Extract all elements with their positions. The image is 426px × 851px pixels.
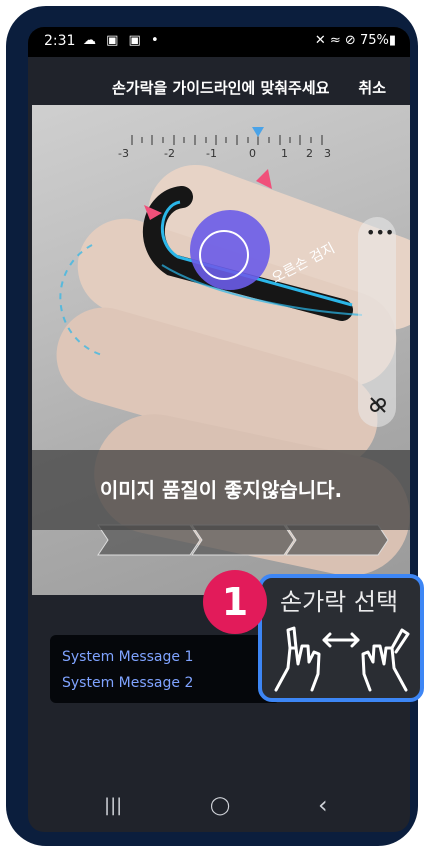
ruler-tick-label: -1 xyxy=(206,147,217,160)
camera-side-panel: ••• xyxy=(358,217,396,427)
angle-ruler: -3 -2 -1 0 1 2 3 xyxy=(116,135,336,165)
flash-off-icon[interactable] xyxy=(368,395,388,415)
quality-warning: 이미지 품질이 좋지않습니다. xyxy=(32,450,410,530)
phone-frame: 2:31 ☁ ▣ ▣ • ✕ ≈ ⊘ 75%▮ 손가락을 가이드라인에 맞춰주세… xyxy=(6,6,418,846)
ruler-tick-label: -3 xyxy=(118,147,129,160)
camera-preview: -3 -2 -1 0 1 2 3 오른손 검지 ••• 이미지 품질이 좋지않습… xyxy=(32,105,410,595)
back-button[interactable]: ‹ xyxy=(318,791,328,819)
system-icons: ✕ ≈ ⊘ 75%▮ xyxy=(314,33,396,48)
cancel-button[interactable]: 취소 xyxy=(358,77,386,98)
more-icon[interactable]: ••• xyxy=(366,223,394,242)
system-message-2: System Message 2 xyxy=(62,675,194,691)
system-message-box: System Message 1 System Message 2 xyxy=(50,635,280,703)
ruler-tick-label: 3 xyxy=(324,147,331,160)
notification-icons: ☁ ▣ ▣ • xyxy=(83,33,162,48)
screen: 2:31 ☁ ▣ ▣ • ✕ ≈ ⊘ 75%▮ 손가락을 가이드라인에 맞춰주세… xyxy=(28,27,410,832)
recent-apps-button[interactable]: ||| xyxy=(104,795,122,816)
navigation-bar: ||| ◯ ‹ xyxy=(28,787,410,832)
home-button[interactable]: ◯ xyxy=(210,795,230,816)
status-time: 2:31 xyxy=(44,33,76,49)
hand-swap-icon xyxy=(274,626,410,692)
finger-select-label: 손가락 선택 xyxy=(280,588,399,616)
page-title: 손가락을 가이드라인에 맞춰주세요 xyxy=(112,79,330,97)
ruler-tick-label: 2 xyxy=(306,147,313,160)
ruler-tick-label: 1 xyxy=(281,147,288,160)
step-number-badge: 1 xyxy=(203,570,267,634)
status-bar: 2:31 ☁ ▣ ▣ • ✕ ≈ ⊘ 75%▮ xyxy=(28,27,410,57)
ruler-tick-label: 0 xyxy=(249,147,256,160)
finger-select-button[interactable]: 손가락 선택 xyxy=(258,574,424,702)
ruler-tick-label: -2 xyxy=(164,147,175,160)
system-message-1: System Message 1 xyxy=(62,649,194,665)
